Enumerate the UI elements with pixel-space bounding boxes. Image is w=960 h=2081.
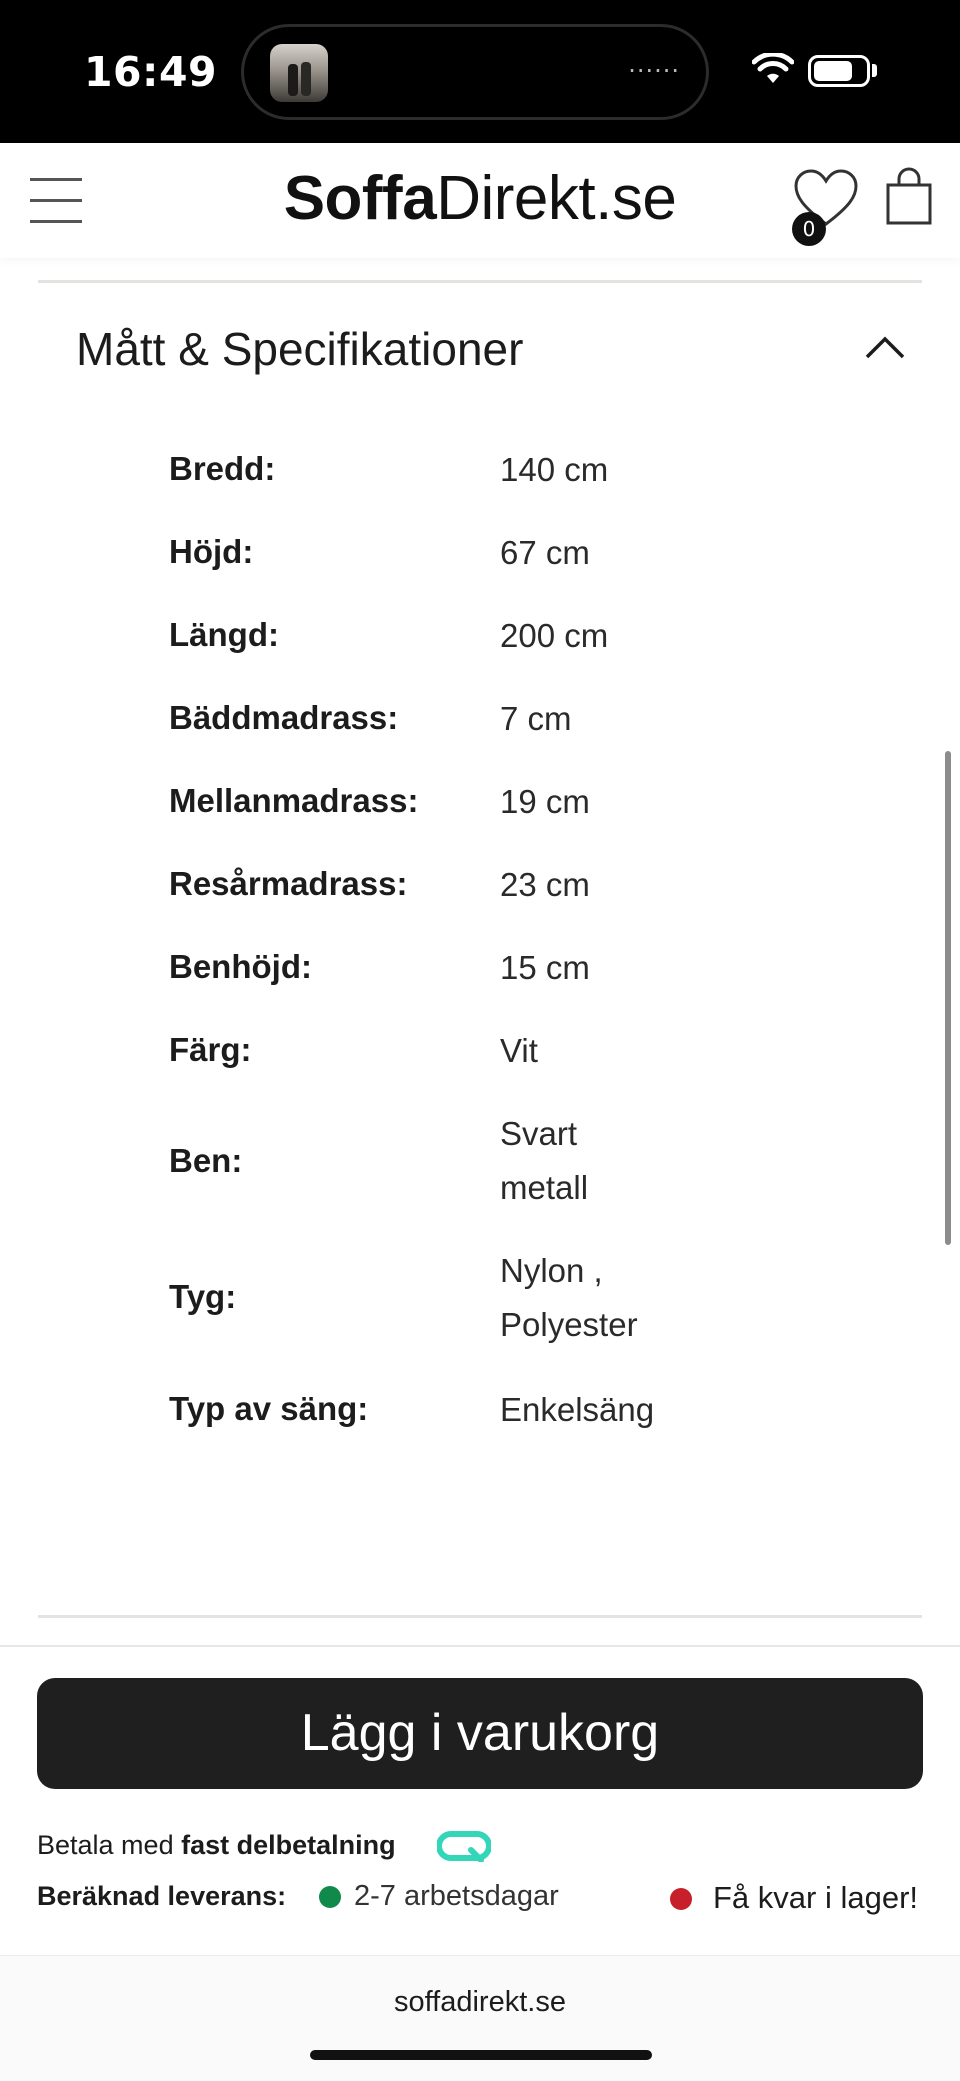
spec-label: Bredd:: [169, 450, 276, 487]
spec-value-line2: Polyester: [500, 1306, 638, 1343]
logo-bold-text: Soffa: [283, 164, 437, 233]
spec-value: 23 cm: [500, 866, 590, 903]
status-time: 16:49: [84, 48, 218, 96]
spec-value: Vit: [500, 1032, 538, 1069]
spec-label: Typ av säng:: [169, 1390, 369, 1427]
spec-label: Längd:: [169, 616, 279, 653]
delivery-label: Beräknad leverans:: [37, 1881, 287, 1911]
chevron-up-icon[interactable]: [864, 334, 906, 360]
site-header: SoffaDirekt.se 0: [0, 143, 960, 258]
spec-value: 7 cm: [500, 700, 572, 737]
wifi-icon: [752, 53, 794, 83]
pay-bold-text: fast delbetalning: [181, 1830, 396, 1860]
spec-label: Bäddmadrass:: [169, 699, 399, 736]
shopping-bag-icon[interactable]: [884, 167, 934, 227]
spec-label: Tyg:: [169, 1278, 237, 1315]
spec-value: 15 cm: [500, 949, 590, 986]
spec-label: Höjd:: [169, 533, 254, 570]
spec-label: Färg:: [169, 1031, 252, 1068]
stock-status: Få kvar i lager!: [713, 1880, 919, 1915]
address-url[interactable]: soffadirekt.se: [0, 1986, 960, 2019]
spec-value: 140 cm: [500, 451, 609, 488]
page-scrollbar[interactable]: [945, 751, 951, 1245]
spec-value: 67 cm: [500, 534, 590, 571]
logo-regular-text: Direkt.se: [436, 164, 677, 233]
wishlist-count-badge: 0: [792, 212, 826, 246]
spec-label: Benhöjd:: [169, 948, 312, 985]
delivery-status-dot: [319, 1886, 341, 1908]
spec-label: Resårmadrass:: [169, 865, 408, 902]
section-divider-bottom: [38, 1615, 922, 1618]
home-indicator[interactable]: [310, 2050, 652, 2060]
section-divider-top: [38, 280, 922, 283]
delivery-value: 2-7 arbetsdagar: [354, 1880, 559, 1912]
dynamic-island[interactable]: ······: [241, 24, 709, 120]
spec-value-line2: metall: [500, 1169, 589, 1206]
spec-label: Ben:: [169, 1142, 243, 1179]
pay-prefix-text: Betala med: [37, 1830, 182, 1860]
spec-label: Mellanmadrass:: [169, 782, 419, 819]
spec-value-line1: Svart: [500, 1115, 578, 1152]
payment-provider-icon: [437, 1831, 491, 1862]
battery-cap: [872, 64, 877, 77]
now-playing-artwork: [270, 44, 328, 102]
spec-value-line1: Nylon ,: [500, 1252, 603, 1289]
spec-value: 19 cm: [500, 783, 590, 820]
add-to-cart-button[interactable]: Lägg i varukorg: [37, 1678, 923, 1789]
audio-activity-icon: ······: [628, 57, 680, 85]
battery-icon: [808, 55, 870, 87]
stock-status-dot: [670, 1888, 692, 1910]
spec-value: Enkelsäng: [500, 1391, 655, 1428]
spec-value: 200 cm: [500, 617, 609, 654]
accordion-title-specifications[interactable]: Mått & Specifikationer: [76, 322, 523, 376]
installment-info: Betala med fast delbetalning: [37, 1830, 396, 1861]
status-bar: 16:49 ······: [0, 0, 960, 143]
wishlist-button[interactable]: 0: [790, 168, 860, 246]
